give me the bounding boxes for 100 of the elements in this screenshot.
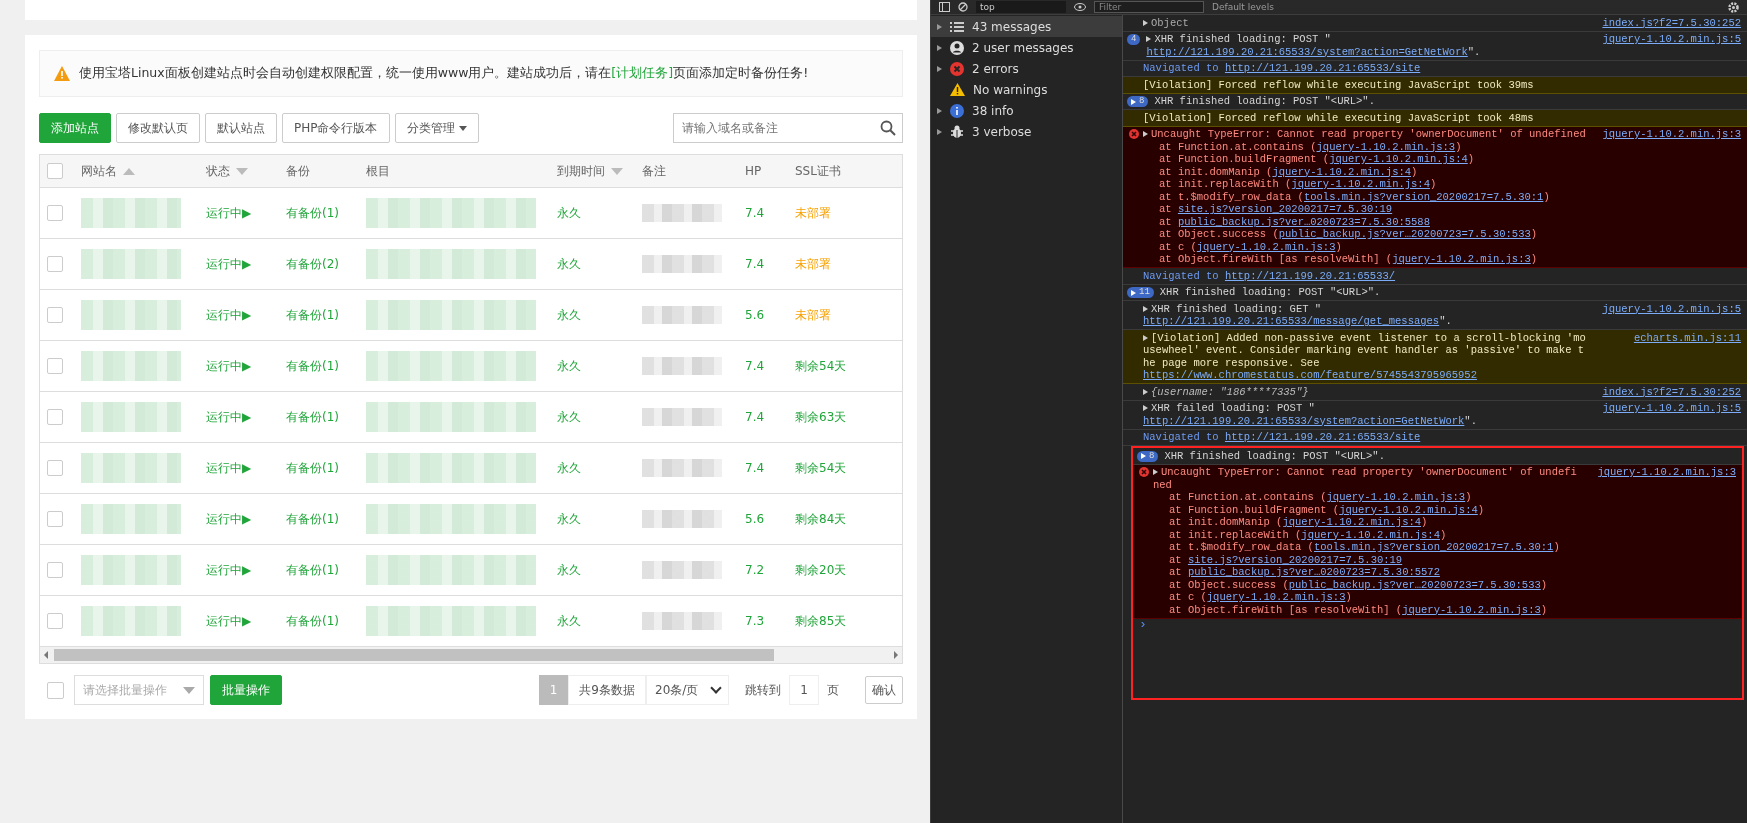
ssl-status[interactable]: 剩余54天 xyxy=(789,357,902,375)
scroll-right-icon[interactable] xyxy=(894,651,898,659)
status-link[interactable]: 运行中▶ xyxy=(200,306,280,324)
source-link[interactable]: public_backup.js?ver…0200723=7.5.30:5572 xyxy=(1187,566,1440,579)
backup-link[interactable]: 有备份(1) xyxy=(280,357,360,375)
backup-link[interactable]: 有备份(1) xyxy=(280,306,360,324)
column-header[interactable]: 网站名 xyxy=(81,162,117,180)
filter-field[interactable]: Filter xyxy=(1094,1,1204,13)
php-version[interactable]: 7.4 xyxy=(739,359,789,373)
url-link[interactable]: http://121.199.20.21:65533/site xyxy=(1224,62,1421,75)
expand-arrow-icon[interactable] xyxy=(937,44,942,51)
expand-arrow-icon[interactable] xyxy=(1143,305,1148,312)
page-size-select[interactable]: 20条/页 xyxy=(646,675,729,705)
sidebar-item[interactable]: 2 errors xyxy=(931,58,1122,79)
expand-arrow-icon[interactable] xyxy=(937,128,942,135)
php-version[interactable]: 5.6 xyxy=(739,308,789,322)
checkbox[interactable] xyxy=(47,307,63,323)
checkbox[interactable] xyxy=(47,358,63,374)
column-header[interactable]: HP xyxy=(745,164,762,178)
backup-link[interactable]: 有备份(1) xyxy=(280,510,360,528)
ssl-status[interactable]: 剩余63天 xyxy=(789,408,902,426)
checkbox[interactable] xyxy=(47,163,63,179)
checkbox[interactable] xyxy=(47,511,63,527)
sidebar-item[interactable]: 38 info xyxy=(931,100,1122,121)
url-link[interactable]: http://121.199.20.21:65533/ xyxy=(1224,269,1396,282)
ssl-status[interactable]: 剩余20天 xyxy=(789,561,902,579)
column-header[interactable]: 根目 xyxy=(366,162,390,180)
console-prompt[interactable]: › xyxy=(1133,618,1742,698)
expand-arrow-icon[interactable] xyxy=(937,107,942,114)
sidebar-item[interactable]: 2 user messages xyxy=(931,37,1122,58)
scrollbar-thumb[interactable] xyxy=(54,649,774,661)
horizontal-scrollbar[interactable] xyxy=(39,647,903,664)
batch-button[interactable]: 批量操作 xyxy=(210,675,282,705)
status-link[interactable]: 运行中▶ xyxy=(200,357,280,375)
status-link[interactable]: 运行中▶ xyxy=(200,510,280,528)
php-version[interactable]: 7.4 xyxy=(739,206,789,220)
expand-arrow-icon[interactable] xyxy=(1143,388,1148,395)
schedule-link[interactable]: [计划任务] xyxy=(611,65,674,80)
backup-link[interactable]: 有备份(1) xyxy=(280,408,360,426)
expand-arrow-icon[interactable] xyxy=(1143,334,1148,341)
checkbox[interactable] xyxy=(47,562,63,578)
backup-link[interactable]: 有备份(1) xyxy=(280,561,360,579)
dropdown-button[interactable]: 分类管理 xyxy=(394,113,479,143)
column-header[interactable]: 状态 xyxy=(206,162,230,180)
source-link[interactable]: jquery-1.10.2.min.js:3 xyxy=(1597,466,1736,478)
column-header[interactable]: SSL证书 xyxy=(795,162,841,180)
php-version[interactable]: 5.6 xyxy=(739,512,789,526)
source-link[interactable]: jquery-1.10.2.min.js:4 xyxy=(1291,178,1430,191)
checkbox[interactable] xyxy=(47,681,64,699)
source-link[interactable]: site.js?version_20200217=7.5.30:19 xyxy=(1187,553,1403,566)
php-version[interactable]: 7.2 xyxy=(739,563,789,577)
source-link[interactable]: jquery-1.10.2.min.js:3 xyxy=(1326,491,1466,504)
source-link[interactable]: jquery-1.10.2.min.js:4 xyxy=(1301,528,1440,541)
url-link[interactable]: http://121.199.20.21:65533/message/get_messages xyxy=(1143,315,1440,328)
column-header[interactable]: 备份 xyxy=(286,162,310,180)
sidebar-item[interactable]: 43 messages xyxy=(931,16,1122,37)
source-link[interactable]: jquery-1.10.2.min.js:3 xyxy=(1602,128,1741,140)
expand-arrow-icon[interactable] xyxy=(1143,405,1148,411)
source-link[interactable]: tools.min.js?version_20200217=7.5.30:1 xyxy=(1303,190,1544,203)
expand-arrow-icon[interactable] xyxy=(1146,36,1152,42)
source-link[interactable]: public_backup.js?ver…0200723=7.5.30:5588 xyxy=(1177,215,1430,228)
source-link[interactable]: jquery-1.10.2.min.js:5 xyxy=(1602,33,1741,45)
source-link[interactable]: jquery-1.10.2.min.js:3 xyxy=(1402,603,1541,616)
column-header[interactable]: 到期时间 xyxy=(557,162,605,180)
toolbar-button[interactable]: PHP命令行版本 xyxy=(282,113,390,143)
php-version[interactable]: 7.4 xyxy=(739,461,789,475)
toolbar-button[interactable]: 默认站点 xyxy=(205,113,277,143)
backup-link[interactable]: 有备份(1) xyxy=(280,204,360,222)
url-link[interactable]: https://www.chromestatus.com/feature/5745543795965952 xyxy=(1143,369,1477,382)
url-link[interactable]: http://121.199.20.21:65533/site xyxy=(1224,431,1421,444)
sidebar-item[interactable]: 3 verbose xyxy=(931,121,1122,142)
expand-arrow-icon[interactable] xyxy=(1143,131,1148,137)
checkbox[interactable] xyxy=(47,460,63,476)
php-version[interactable]: 7.4 xyxy=(739,410,789,424)
source-link[interactable]: jquery-1.10.2.min.js:4 xyxy=(1272,165,1412,178)
status-link[interactable]: 运行中▶ xyxy=(200,561,280,579)
scroll-left-icon[interactable] xyxy=(44,651,48,659)
ssl-status[interactable]: 剩余84天 xyxy=(789,510,902,528)
checkbox[interactable] xyxy=(47,205,63,221)
source-link[interactable]: jquery-1.10.2.min.js:4 xyxy=(1329,153,1468,166)
source-link[interactable]: jquery-1.10.2.min.js:4 xyxy=(1282,516,1422,529)
confirm-button[interactable]: 确认 xyxy=(865,676,903,704)
source-link[interactable]: jquery-1.10.2.min.js:3 xyxy=(1196,240,1336,253)
status-link[interactable]: 运行中▶ xyxy=(200,612,280,630)
levels-dropdown[interactable]: Default levels xyxy=(1212,2,1274,12)
page-input[interactable]: 1 xyxy=(789,675,819,705)
context-select[interactable]: top xyxy=(976,1,1066,13)
expand-arrow-icon[interactable] xyxy=(1153,469,1158,475)
source-link[interactable]: jquery-1.10.2.min.js:3 xyxy=(1206,591,1346,604)
source-link[interactable]: site.js?version_20200217=7.5.30:19 xyxy=(1177,203,1393,216)
source-link[interactable]: tools.min.js?version_20200217=7.5.30:1 xyxy=(1313,541,1554,554)
checkbox[interactable] xyxy=(47,613,63,629)
expand-arrow-icon[interactable] xyxy=(937,65,942,72)
url-link[interactable]: http://121.199.20.21:65533/system?action=GetNetWork xyxy=(1143,414,1465,427)
backup-link[interactable]: 有备份(1) xyxy=(280,612,360,630)
source-link[interactable]: public_backup.js?ver…20200723=7.5.30:533 xyxy=(1288,578,1541,591)
source-link[interactable]: index.js?f2=7.5.30:252 xyxy=(1602,16,1741,29)
backup-link[interactable]: 有备份(2) xyxy=(280,255,360,273)
source-link[interactable]: jquery-1.10.2.min.js:4 xyxy=(1339,503,1478,516)
source-link[interactable]: jquery-1.10.2.min.js:3 xyxy=(1392,253,1531,266)
